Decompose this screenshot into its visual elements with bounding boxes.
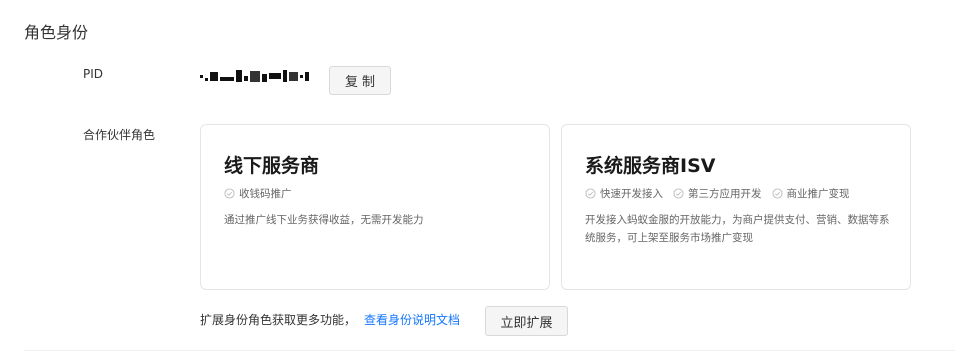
role-card-tags: 收钱码推广	[224, 186, 292, 201]
expand-now-button[interactable]: 立即扩展	[485, 306, 568, 336]
section-title: 角色身份	[24, 23, 89, 42]
check-circle-icon	[771, 188, 783, 199]
role-card-offline-provider[interactable]: 线下服务商 收钱码推广 通过推广线下业务获得收益，无需开发能力	[200, 124, 550, 290]
role-card-title: 系统服务商ISV	[585, 155, 716, 177]
identity-doc-link[interactable]: 查看身份说明文档	[364, 311, 460, 328]
role-tag: 快速开发接入	[585, 186, 663, 201]
copy-pid-button[interactable]: 复制	[329, 66, 391, 95]
partner-role-label: 合作伙伴角色	[83, 128, 156, 142]
expand-role-hint: 扩展身份角色获取更多功能，	[200, 313, 357, 327]
role-tag: 第三方应用开发	[673, 186, 762, 201]
role-tag: 收钱码推广	[224, 186, 292, 201]
role-tag-label: 第三方应用开发	[688, 188, 762, 200]
role-tag: 商业推广变现	[771, 186, 850, 201]
check-circle-icon	[224, 188, 235, 199]
pid-value-masked	[200, 69, 312, 83]
role-card-title: 线下服务商	[224, 155, 320, 177]
role-tag-label: 快速开发接入	[600, 188, 663, 200]
role-identity-page: 角色身份 PID 复制 合作伙伴角色 线下服务商 收钱码推广 通过推广线下业务获…	[0, 0, 955, 354]
role-card-tags: 快速开发接入 第三方应用开发 商业推广变现	[585, 186, 850, 201]
role-card-isv[interactable]: 系统服务商ISV 快速开发接入 第三方应用开发 商业推广变现 开发接入蚂蚁金服的…	[561, 124, 911, 290]
check-circle-icon	[585, 188, 596, 199]
check-circle-icon	[673, 188, 684, 199]
role-card-description: 通过推广线下业务获得收益，无需开发能力	[224, 214, 424, 226]
role-tag-label: 收钱码推广	[239, 188, 292, 200]
role-tag-label: 商业推广变现	[786, 188, 850, 200]
divider	[24, 350, 955, 351]
role-card-description: 开发接入蚂蚁金服的开放能力，为商户提供支付、营销、数据等系统服务，可上架至服务市…	[585, 214, 890, 244]
pid-label: PID	[83, 67, 104, 81]
